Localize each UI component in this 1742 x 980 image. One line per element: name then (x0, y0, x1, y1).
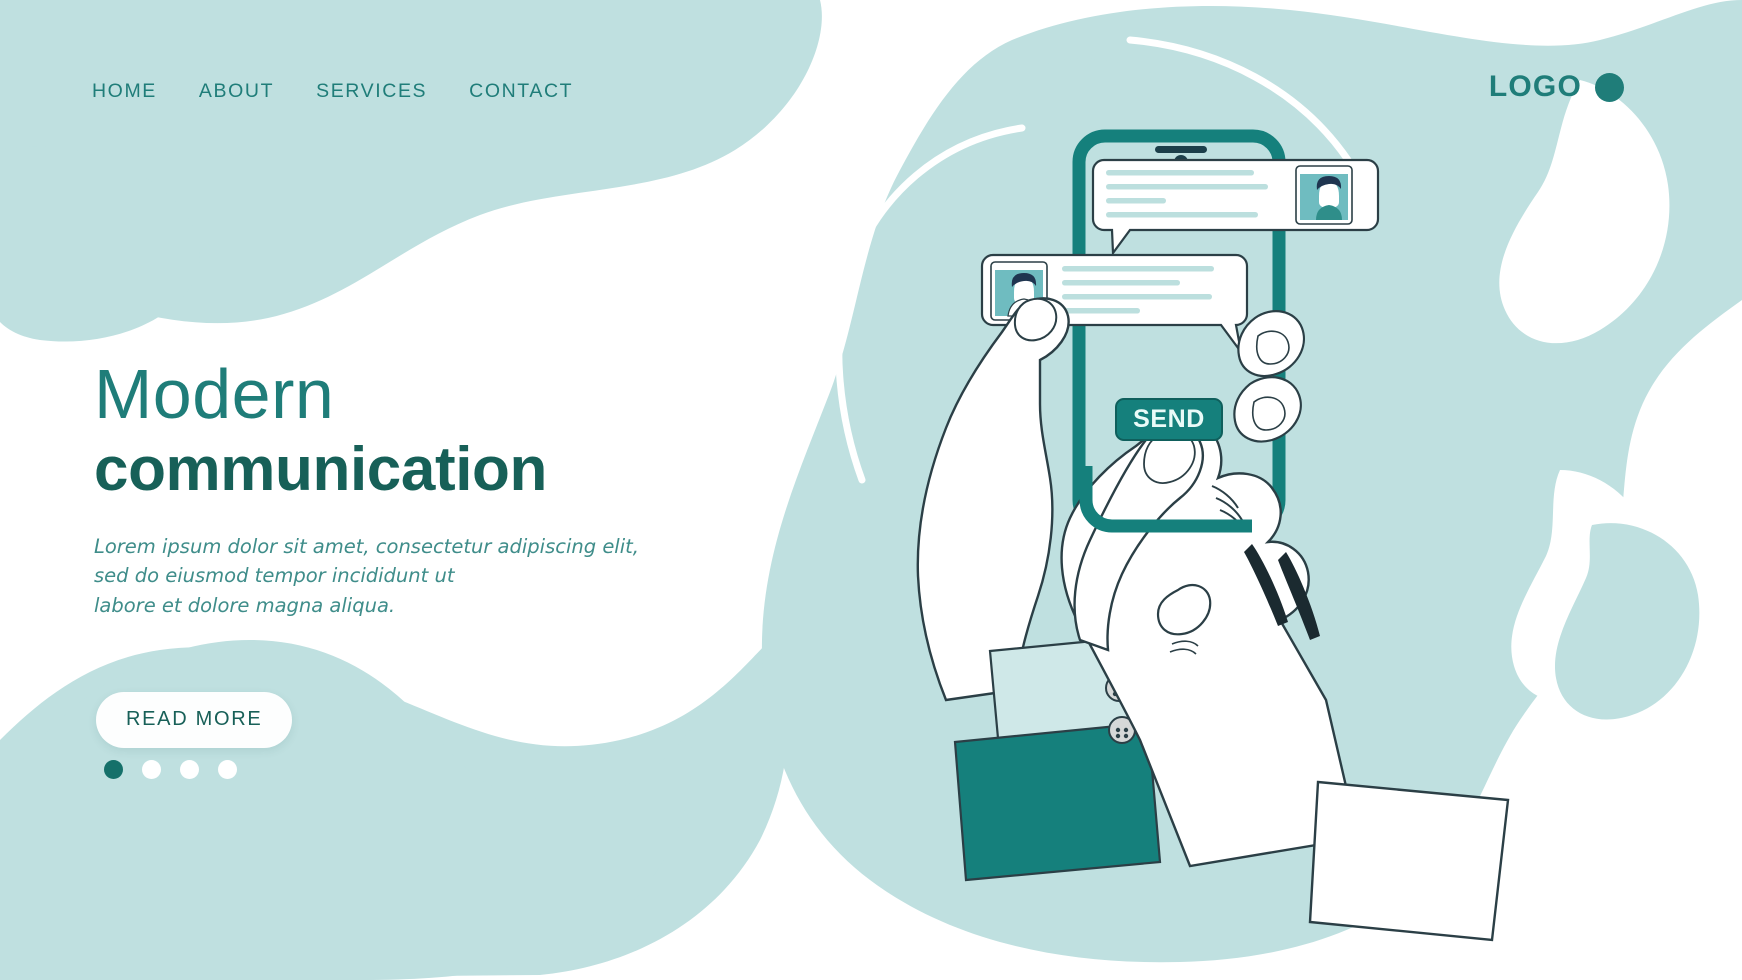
page-title-line1: Modern (94, 355, 335, 433)
bubble-text-line (1062, 280, 1180, 286)
read-more-button[interactable]: READ MORE (96, 692, 293, 748)
carousel-dot-2[interactable] (142, 760, 161, 779)
hero-paragraph-line3: labore et dolore magna aliqua. (94, 594, 396, 617)
hero-paragraph: Lorem ipsum dolor sit amet, consectetur … (94, 532, 654, 621)
nav-link-home[interactable]: HOME (92, 80, 157, 103)
bubble-text-line (1062, 294, 1212, 300)
chat-bubble-incoming[interactable] (1091, 158, 1380, 257)
left-hand-shape (916, 297, 1070, 702)
person-avatar-short-hair (1295, 165, 1353, 225)
nav-link-contact[interactable]: CONTACT (469, 80, 573, 103)
nav-link-services[interactable]: SERVICES (316, 80, 427, 103)
bubble-text-line (1106, 184, 1268, 190)
logo-text: LOGO (1488, 70, 1582, 103)
bubble-text-line (1106, 198, 1166, 204)
right-shirt-cuff (1308, 780, 1510, 942)
landing-page: SEND HOME ABOUT SERVICES CONTACT LOGO Mo… (0, 0, 1742, 980)
bubble-text-line (1062, 308, 1140, 314)
left-hand-back-fingers (1233, 310, 1305, 443)
logo-circle-icon (1595, 72, 1624, 102)
hero-paragraph-line1: Lorem ipsum dolor sit amet, consectetur … (94, 534, 639, 558)
cuff-dark (953, 721, 1162, 882)
site-logo[interactable]: LOGO (1489, 70, 1624, 104)
page-title-line2: communication (94, 434, 547, 504)
bubble-text-line (1062, 266, 1214, 272)
nav-link-about[interactable]: ABOUT (199, 80, 274, 103)
carousel-dot-1[interactable] (104, 760, 123, 779)
carousel-dots (104, 760, 237, 779)
bubble-text-line (1106, 170, 1254, 176)
hero-paragraph-line2: sed do eiusmod tempor incididunt ut (94, 564, 455, 588)
bubble-text-line (1106, 212, 1258, 218)
main-navigation: HOME ABOUT SERVICES CONTACT (92, 80, 573, 103)
carousel-dot-4[interactable] (218, 760, 237, 779)
send-button[interactable]: SEND (1115, 398, 1223, 441)
hero-section: Modern communication Lorem ipsum dolor s… (94, 355, 654, 621)
phone-earpiece-icon (1155, 146, 1207, 153)
carousel-dot-3[interactable] (180, 760, 199, 779)
